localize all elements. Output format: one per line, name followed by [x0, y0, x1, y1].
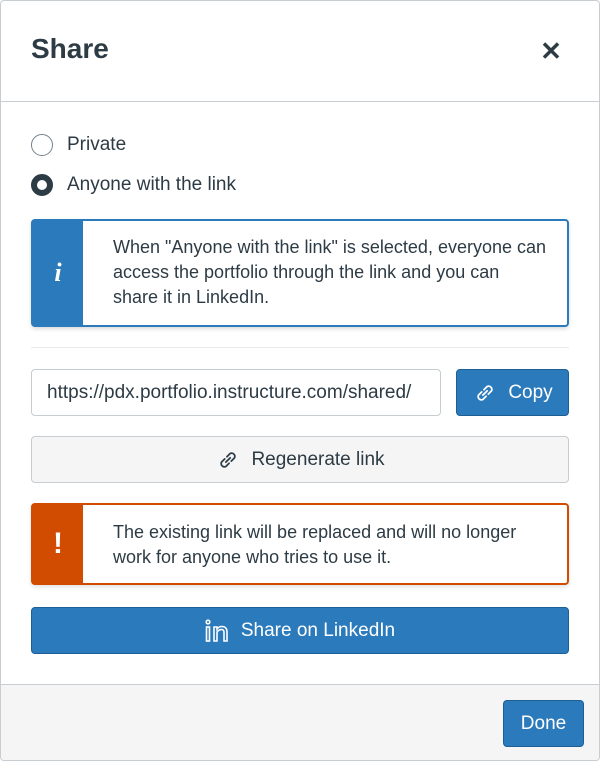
warning-alert-text: The existing link will be replaced and w… — [113, 522, 517, 567]
share-on-linkedin-button[interactable]: Share on LinkedIn — [31, 607, 569, 654]
regenerate-link-button[interactable]: Regenerate link — [31, 436, 569, 483]
info-icon: i — [33, 221, 83, 325]
dialog-footer: Done — [1, 684, 599, 760]
dialog-title: Share — [31, 33, 109, 64]
radio-anyone-label: Anyone with the link — [67, 174, 236, 195]
close-icon: ✕ — [540, 36, 562, 66]
info-alert: i When "Anyone with the link" is selecte… — [31, 219, 569, 327]
share-on-linkedin-label: Share on LinkedIn — [240, 619, 396, 641]
radio-anyone-circle[interactable] — [31, 174, 53, 196]
link-icon — [220, 451, 237, 468]
link-icon — [477, 384, 493, 401]
radio-private[interactable]: Private — [31, 134, 126, 156]
share-link-input[interactable] — [31, 369, 441, 416]
copy-button[interactable]: Copy — [456, 369, 569, 416]
regenerate-link-label: Regenerate link — [251, 448, 385, 470]
done-button-label: Done — [520, 712, 567, 734]
radio-private-circle[interactable] — [31, 134, 53, 156]
info-alert-text: When "Anyone with the link" is selected,… — [113, 237, 547, 307]
share-dialog: Share ✕ Private Anyone with the link i W… — [0, 0, 600, 761]
linkedin-icon — [205, 618, 228, 642]
radio-private-label: Private — [67, 134, 127, 155]
dialog-header: Share ✕ — [1, 1, 599, 102]
divider — [31, 347, 569, 348]
copy-button-label: Copy — [508, 381, 553, 403]
done-button[interactable]: Done — [503, 700, 584, 747]
warning-icon: ! — [33, 505, 83, 583]
radio-anyone-with-link[interactable]: Anyone with the link — [31, 174, 236, 196]
close-button[interactable]: ✕ — [537, 37, 565, 65]
warning-alert: ! The existing link will be replaced and… — [31, 503, 569, 585]
